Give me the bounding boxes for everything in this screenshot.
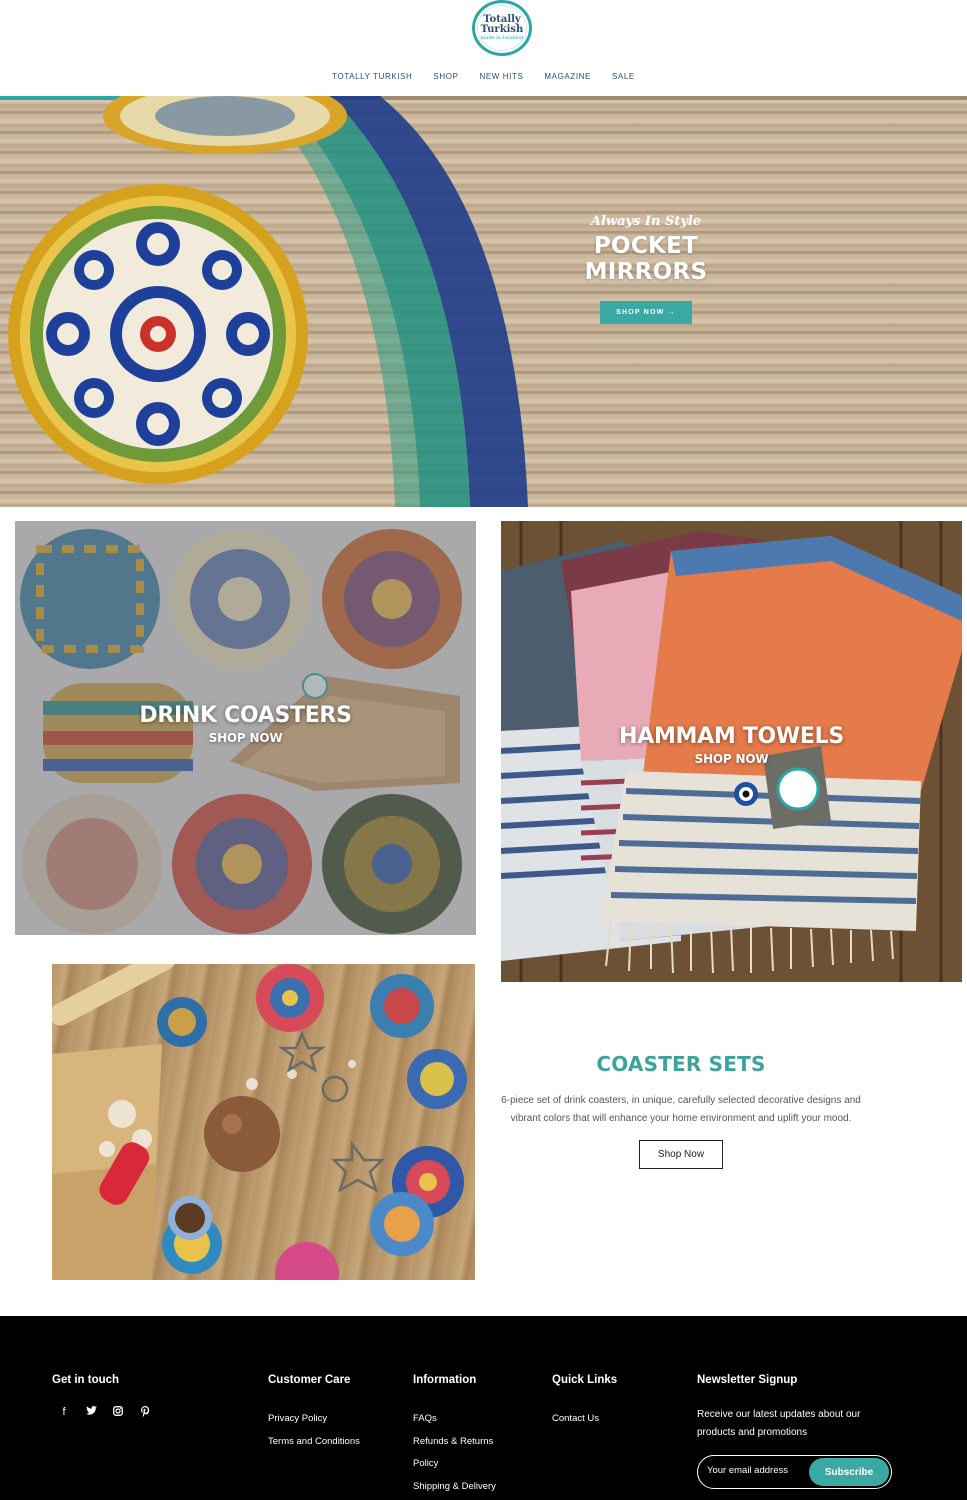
newsletter-description: Receive our latest updates about our pro…	[697, 1409, 861, 1438]
pinterest-icon[interactable]	[139, 1406, 151, 1420]
site-footer: Get in touch f Customer Care Privacy Pol…	[0, 1316, 967, 1500]
towels-shop-now-link[interactable]: SHOP NOW	[501, 752, 962, 766]
footer-link-faqs[interactable]: FAQs	[413, 1408, 496, 1431]
facebook-icon[interactable]: f	[58, 1406, 70, 1420]
tile-hammam-towels[interactable]: HAMMAM TOWELS SHOP NOW	[501, 521, 962, 982]
footer-link-refunds-returns[interactable]: Refunds & Returns	[413, 1431, 496, 1454]
instagram-icon[interactable]	[112, 1406, 124, 1420]
footer-newsletter: Newsletter Signup Receive our latest upd…	[697, 1374, 897, 1489]
footer-heading-get-in-touch: Get in touch	[52, 1374, 120, 1386]
nav-item-totally-turkish[interactable]: TOTALLY TURKISH	[332, 72, 412, 81]
footer-heading-newsletter: Newsletter Signup	[697, 1374, 798, 1386]
information-links: FAQs Refunds & Returns Policy Shipping &…	[413, 1408, 496, 1498]
quick-links-list: Contact Us	[552, 1408, 617, 1431]
tile-drink-coasters[interactable]: DRINK COASTERS SHOP NOW	[15, 521, 476, 935]
main-nav: TOTALLY TURKISH SHOP NEW HITS MAGAZINE S…	[0, 72, 967, 81]
hero-shop-now-button[interactable]: SHOP NOW →	[600, 301, 692, 324]
twitter-icon[interactable]	[85, 1406, 97, 1420]
customer-care-links: Privacy Policy Terms and Conditions	[268, 1408, 360, 1453]
logo-text-line3: made in Istanbul	[480, 34, 524, 41]
hero-mirror-top	[103, 96, 347, 154]
coaster-sets-image[interactable]	[52, 964, 475, 1280]
towels-title: HAMMAM TOWELS	[619, 724, 844, 749]
nav-item-shop[interactable]: SHOP	[433, 72, 458, 81]
newsletter-email-input[interactable]	[707, 1465, 807, 1476]
footer-heading-customer-care: Customer Care	[268, 1374, 351, 1386]
logo-text-line1: Totally	[483, 13, 521, 25]
logo-badge: Totally Turkish made in Istanbul	[477, 5, 527, 51]
promo-title: COASTER SETS	[596, 1052, 766, 1076]
newsletter-subscribe-button[interactable]: Subscribe	[809, 1458, 889, 1486]
footer-quick-links: Quick Links Contact Us	[552, 1374, 617, 1431]
footer-link-shipping-delivery[interactable]: Shipping & Delivery	[413, 1476, 496, 1499]
footer-link-contact-us[interactable]: Contact Us	[552, 1408, 617, 1431]
hero-text-block: Always In Style POCKET MIRRORS SHOP NOW …	[530, 214, 762, 324]
coasters-title: DRINK COASTERS	[139, 703, 352, 728]
social-links: f	[52, 1406, 151, 1420]
footer-link-terms[interactable]: Terms and Conditions	[268, 1431, 360, 1454]
footer-link-privacy-policy[interactable]: Privacy Policy	[268, 1408, 360, 1431]
newsletter-form: Subscribe	[697, 1455, 892, 1489]
footer-customer-care: Customer Care Privacy Policy Terms and C…	[268, 1374, 360, 1453]
hero-banner[interactable]: Always In Style POCKET MIRRORS SHOP NOW …	[0, 96, 967, 507]
site-logo[interactable]: Totally Turkish made in Istanbul	[472, 0, 532, 56]
nav-item-sale[interactable]: SALE	[612, 72, 635, 81]
footer-get-in-touch: Get in touch f	[52, 1374, 151, 1420]
logo-text-line2: Turkish	[480, 23, 524, 35]
promo-description: 6-piece set of drink coasters, in unique…	[501, 1095, 861, 1124]
coaster-sets-photo	[52, 964, 467, 1280]
footer-heading-information: Information	[413, 1374, 477, 1386]
hero-mirror-plate	[8, 184, 308, 484]
coaster-sets-promo: COASTER SETS 6-piece set of drink coaste…	[490, 1052, 872, 1169]
nav-item-magazine[interactable]: MAGAZINE	[544, 72, 591, 81]
site-header: Totally Turkish made in Istanbul TOTALLY…	[0, 0, 967, 96]
coasters-shop-now-link[interactable]: SHOP NOW	[15, 731, 476, 745]
promo-shop-now-button[interactable]: Shop Now	[638, 1140, 724, 1169]
hero-title: POCKET MIRRORS	[584, 233, 708, 285]
footer-heading-quick-links: Quick Links	[552, 1374, 618, 1386]
coasters-label: DRINK COASTERS SHOP NOW	[15, 703, 476, 745]
hero-kicker: Always In Style	[590, 214, 702, 229]
towels-label: HAMMAM TOWELS SHOP NOW	[501, 724, 962, 766]
footer-link-policy[interactable]: Policy	[413, 1453, 496, 1476]
nav-item-new-hits[interactable]: NEW HITS	[479, 72, 523, 81]
footer-information: Information FAQs Refunds & Returns Polic…	[413, 1374, 496, 1498]
